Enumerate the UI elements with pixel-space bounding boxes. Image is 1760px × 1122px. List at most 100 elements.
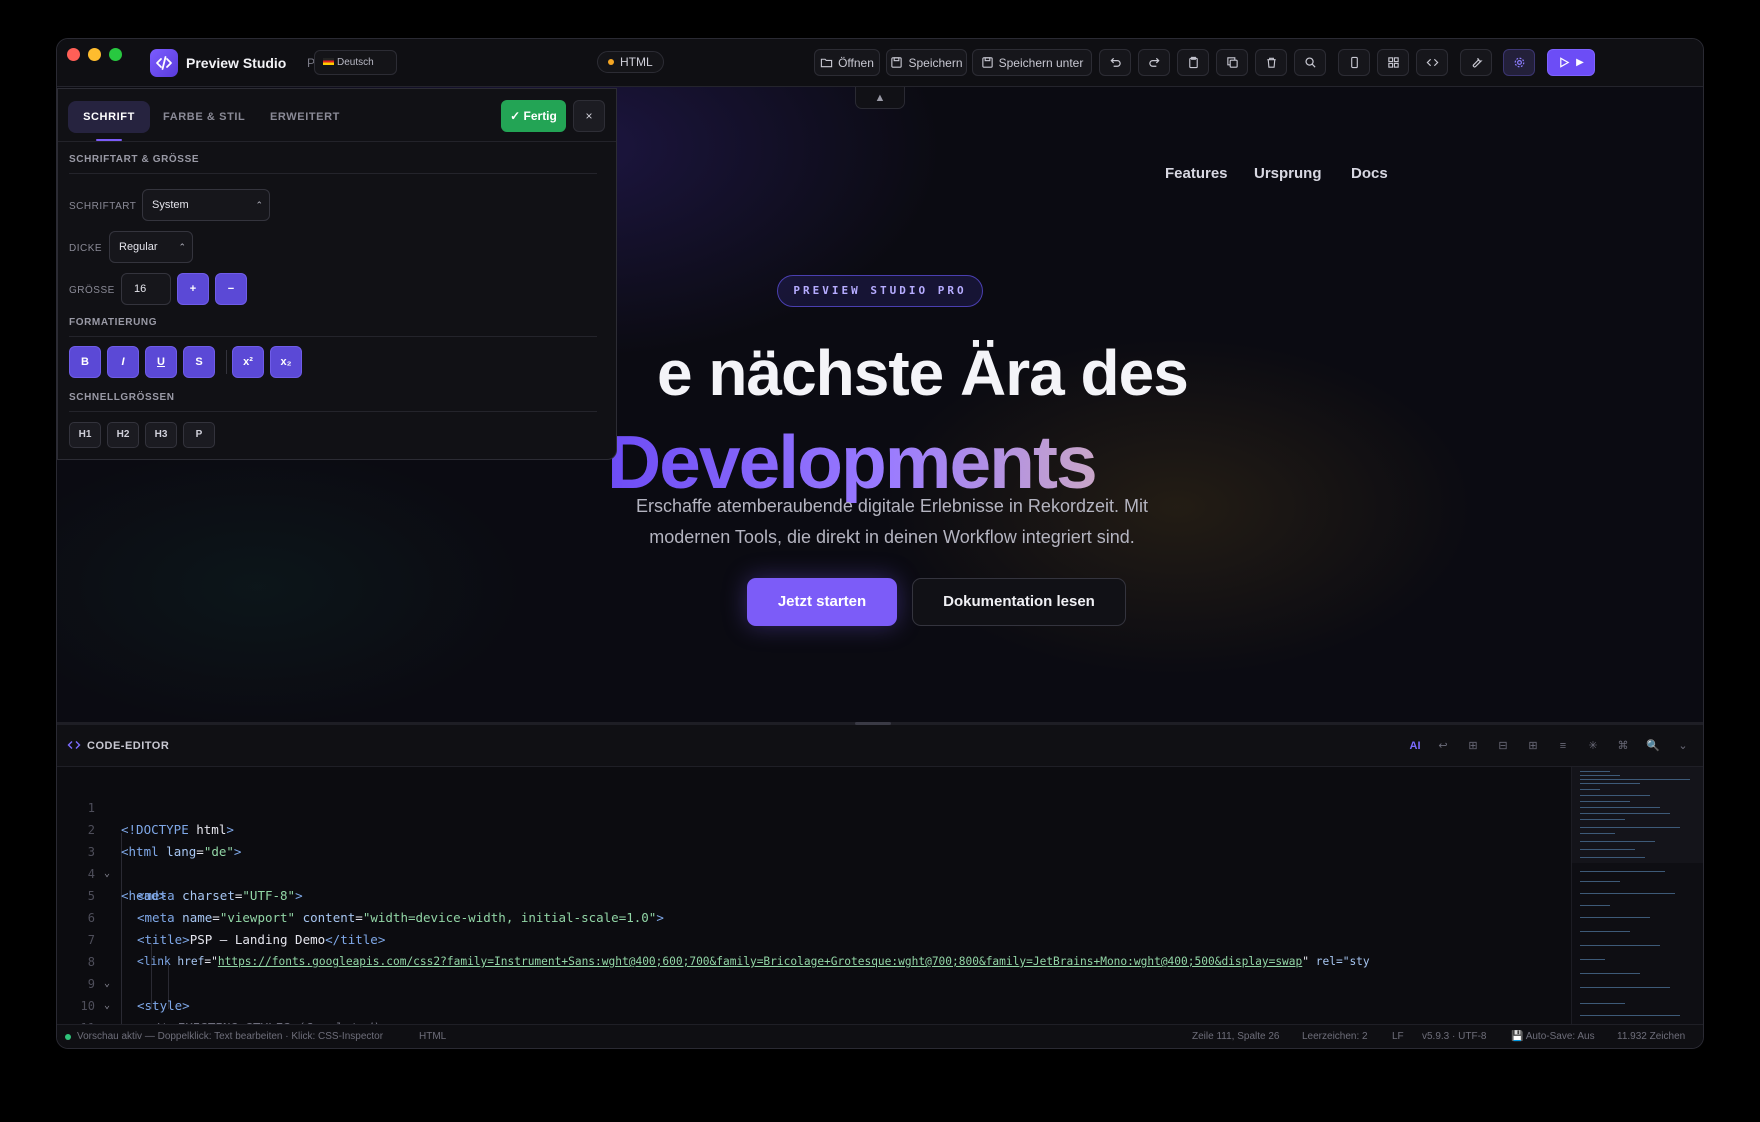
search-icon[interactable]: 🔍	[1644, 737, 1662, 755]
quick-p-button[interactable]: P	[183, 422, 215, 448]
underline-button[interactable]: U	[145, 346, 177, 378]
search-button[interactable]	[1294, 49, 1326, 76]
status-indent[interactable]: Leerzeichen: 2	[1302, 1025, 1368, 1048]
ai-assist-button[interactable]: AI	[1406, 737, 1424, 755]
italic-button[interactable]: I	[107, 346, 139, 378]
save-button[interactable]: Speichern	[886, 49, 967, 76]
delete-button[interactable]	[1255, 49, 1287, 76]
strikethrough-button[interactable]: S	[183, 346, 215, 378]
tab-erweitert[interactable]: ERWEITERT	[270, 101, 340, 133]
minimap-line	[1580, 893, 1675, 894]
code-line: 10 EXISTING STYLES (Completed)	[57, 973, 1571, 1025]
maximize-window-button[interactable]	[109, 48, 122, 61]
font-weight-select[interactable]: Regular ⌃	[109, 231, 193, 263]
snippet-icon[interactable]: ✳	[1584, 737, 1602, 755]
quick-h1-button[interactable]: H1	[69, 422, 101, 448]
font-family-label: SCHRIFTART	[69, 201, 137, 212]
shortcut-icon[interactable]: ⌘	[1614, 737, 1632, 755]
minimap-line	[1580, 871, 1665, 872]
save-as-button[interactable]: Speichern unter	[972, 49, 1092, 76]
format-icon[interactable]: ≡	[1554, 737, 1572, 755]
undo-button[interactable]	[1099, 49, 1131, 76]
nav-link-docs[interactable]: Docs	[1351, 165, 1388, 182]
language-select[interactable]: Deutsch	[314, 50, 397, 75]
cta-docs-button[interactable]: Dokumentation lesen	[912, 578, 1126, 626]
minimap-line	[1580, 775, 1620, 776]
flag-de-icon	[323, 58, 334, 65]
cta-start-button[interactable]: Jetzt starten	[747, 578, 897, 626]
nav-link-ursprung[interactable]: Ursprung	[1254, 165, 1322, 182]
tools-button[interactable]	[1460, 49, 1492, 76]
quick-h3-button[interactable]: H3	[145, 422, 177, 448]
hero-headline: e nächste Ära des	[657, 337, 1189, 409]
code-line: 1 <!DOCTYPE html>	[57, 775, 1571, 837]
bold-button[interactable]: B	[69, 346, 101, 378]
run-button[interactable]: ▶	[1547, 49, 1595, 76]
copy-button[interactable]	[1216, 49, 1248, 76]
wrap-icon[interactable]: ↩	[1434, 737, 1452, 755]
quick-h2-button[interactable]: H2	[107, 422, 139, 448]
minimap-line	[1580, 771, 1610, 772]
hero-subtitle: Erschaffe atemberaubende digitale Erlebn…	[636, 496, 1148, 547]
app-window: Preview Studio Pro Deutsch HTML Öffnen S…	[56, 38, 1704, 1049]
done-button[interactable]: ✓ Fertig	[501, 100, 566, 132]
mobile-icon	[1350, 56, 1358, 69]
app-logo-icon	[150, 49, 178, 77]
minimap-line	[1580, 987, 1670, 988]
folder-icon	[820, 58, 833, 68]
minimap-line	[1580, 1015, 1680, 1016]
mobile-preview-button[interactable]	[1338, 49, 1370, 76]
language-label: Deutsch	[337, 57, 374, 68]
nav-link-features[interactable]: Features	[1165, 165, 1228, 182]
status-cursor-position[interactable]: Zeile 111, Spalte 26	[1192, 1025, 1279, 1048]
fold-all-icon[interactable]: ⊞	[1464, 737, 1482, 755]
font-family-select[interactable]: System ⌃	[142, 189, 270, 221]
unfold-all-icon[interactable]: ⊟	[1494, 737, 1512, 755]
code-line: 6 <title>PSP – Landing Demo</title>	[57, 885, 1571, 947]
minimize-window-button[interactable]	[88, 48, 101, 61]
tab-farbe-stil[interactable]: FARBE & STIL	[163, 101, 245, 133]
mode-badge[interactable]: HTML	[597, 51, 664, 73]
section-divider	[69, 336, 597, 337]
trash-icon	[1266, 57, 1276, 68]
wrench-icon	[1472, 57, 1483, 68]
panel-close-button[interactable]: ×	[573, 100, 605, 132]
code-view-button[interactable]	[1416, 49, 1448, 76]
settings-button[interactable]	[1503, 49, 1535, 76]
save-label: Speichern	[908, 55, 963, 70]
font-size-input[interactable]: 16	[121, 273, 171, 305]
status-dot-icon	[65, 1034, 71, 1040]
status-mode: HTML	[419, 1031, 447, 1042]
code-minimap[interactable]	[1571, 767, 1703, 1025]
open-button[interactable]: Öffnen	[814, 49, 880, 76]
status-eol[interactable]: LF	[1392, 1025, 1404, 1048]
superscript-button[interactable]: x²	[232, 346, 264, 378]
status-char-count: 11.932 Zeichen	[1617, 1031, 1686, 1042]
grid-view-button[interactable]	[1377, 49, 1409, 76]
font-panel: SCHRIFT FARBE & STIL ERWEITERT ✓ Fertig …	[57, 88, 617, 460]
size-increase-button[interactable]: +	[177, 273, 209, 305]
save-as-icon	[981, 57, 993, 68]
editor-title: CODE-EDITOR	[87, 740, 170, 752]
size-decrease-button[interactable]: −	[215, 273, 247, 305]
code-icon	[1426, 58, 1438, 67]
close-window-button[interactable]	[67, 48, 80, 61]
collapse-toggle[interactable]: ▲	[855, 87, 905, 109]
font-weight-value: Regular	[119, 241, 158, 253]
status-bar: Vorschau aktiv — Doppelklick: Text bearb…	[57, 1024, 1703, 1048]
split-icon[interactable]: ⊞	[1524, 737, 1542, 755]
open-label: Öffnen	[838, 55, 874, 70]
subscript-button[interactable]: x₂	[270, 346, 302, 378]
minimap-line	[1580, 783, 1640, 784]
clipboard-button[interactable]	[1177, 49, 1209, 76]
tab-schrift[interactable]: SCHRIFT	[68, 101, 150, 141]
undo-icon	[1109, 57, 1121, 67]
chevron-down-icon[interactable]: ⌄	[1674, 737, 1692, 755]
code-editor[interactable]: 1 <!DOCTYPE html> 2 <html lang="de"> 3 ⌄…	[57, 767, 1571, 1025]
status-autosave[interactable]: 💾 Auto-Save: Aus	[1511, 1025, 1595, 1048]
minimap-line	[1580, 857, 1645, 858]
redo-button[interactable]	[1138, 49, 1170, 76]
section-quick-title: SCHNELLGRÖSSEN	[69, 392, 175, 403]
play-filled-icon: ▶	[1576, 57, 1584, 68]
search-icon	[1304, 57, 1316, 68]
